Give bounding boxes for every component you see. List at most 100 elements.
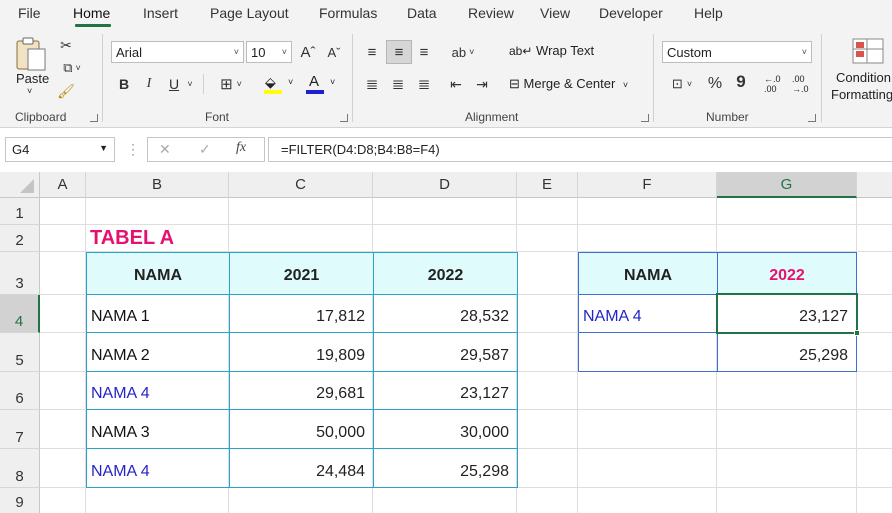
decrease-decimal-icon[interactable]: .00 →.0	[792, 74, 814, 96]
table-a-cell-2022[interactable]: 30,000	[373, 409, 518, 449]
cut-icon[interactable]: ✂	[57, 36, 75, 54]
tab-file[interactable]: File	[18, 5, 41, 21]
align-bottom-icon[interactable]: ≡	[414, 42, 434, 62]
increase-font-size-icon[interactable]: Aˆ	[297, 42, 319, 62]
tab-data[interactable]: Data	[407, 5, 437, 21]
align-center-icon[interactable]: ≣	[388, 74, 408, 94]
borders-icon[interactable]: ⊞ ˅	[213, 74, 249, 94]
table-a-cell-2021[interactable]: 50,000	[229, 409, 374, 449]
wrap-text-button[interactable]: ab↵ Wrap Text	[509, 43, 594, 58]
insert-function-icon[interactable]: fx	[236, 140, 246, 156]
tab-developer[interactable]: Developer	[599, 5, 663, 21]
name-box[interactable]: G4 ▼	[5, 137, 115, 162]
merge-center-button[interactable]: ⊟ Merge & Center ˅	[509, 76, 628, 92]
row-header-8[interactable]: 8	[0, 449, 40, 488]
select-all-button[interactable]	[0, 172, 40, 198]
decrease-font-size-icon[interactable]: Aˇ	[323, 42, 345, 62]
align-left-icon[interactable]: ≣	[362, 74, 382, 94]
table-a-header-2022[interactable]: 2022	[373, 252, 518, 295]
table-a-cell-nama[interactable]: NAMA 4	[86, 371, 230, 410]
column-header-b[interactable]: B	[86, 172, 229, 198]
cell-f5[interactable]	[578, 332, 718, 372]
tab-insert[interactable]: Insert	[143, 5, 178, 21]
column-header-e[interactable]: E	[517, 172, 578, 198]
column-header-a[interactable]: A	[40, 172, 86, 198]
increase-indent-icon[interactable]: ⇥	[472, 74, 492, 94]
paste-dropdown-icon[interactable]: ˅	[27, 86, 32, 96]
percent-style-button[interactable]: %	[705, 74, 725, 94]
row-header-1[interactable]: 1	[0, 198, 40, 225]
result-cell-g5[interactable]: 25,298	[717, 332, 857, 372]
tab-view[interactable]: View	[540, 5, 570, 21]
active-tab-indicator	[75, 24, 111, 27]
lookup-cell-f4[interactable]: NAMA 4	[578, 294, 718, 333]
underline-dropdown-icon[interactable]: ˅	[185, 74, 195, 94]
orientation-icon[interactable]: ab ˅	[446, 42, 480, 62]
tab-help[interactable]: Help	[694, 5, 723, 21]
underline-button[interactable]: U	[165, 74, 183, 94]
fill-color-button[interactable]: ⬙ ˅	[264, 74, 298, 96]
tab-home[interactable]: Home	[73, 5, 110, 21]
comma-style-button[interactable]: 9	[733, 72, 749, 92]
cancel-icon[interactable]: ✕	[159, 141, 171, 158]
font-name-dropdown[interactable]: Arial ˅	[111, 41, 244, 63]
table-b-header-2022[interactable]: 2022	[717, 252, 857, 295]
align-middle-icon[interactable]: ≡	[386, 40, 412, 64]
alignment-launcher-icon[interactable]	[641, 114, 649, 122]
font-size-dropdown[interactable]: 10 ˅	[246, 41, 292, 63]
table-a-cell-2021[interactable]: 24,484	[229, 448, 374, 488]
conditional-formatting-label-2[interactable]: Formatting	[831, 87, 892, 102]
font-launcher-icon[interactable]	[340, 114, 348, 122]
table-a-cell-nama[interactable]: NAMA 4	[86, 448, 230, 488]
row-header-3[interactable]: 3	[0, 252, 40, 295]
row-header-6[interactable]: 6	[0, 372, 40, 410]
enter-icon[interactable]: ✓	[199, 141, 211, 158]
increase-decimal-icon[interactable]: ←.0.00	[764, 74, 786, 96]
row-header-4[interactable]: 4	[0, 295, 40, 333]
copy-icon[interactable]: ⧉ ˅	[56, 59, 88, 77]
column-header-c[interactable]: C	[229, 172, 373, 198]
table-a-cell-2021[interactable]: 29,681	[229, 371, 374, 410]
row-header-7[interactable]: 7	[0, 410, 40, 449]
tab-review[interactable]: Review	[468, 5, 514, 21]
conditional-formatting-label-1[interactable]: Condition	[836, 70, 891, 85]
table-a-cell-nama[interactable]: NAMA 1	[86, 294, 230, 333]
accounting-format-icon[interactable]: ⊡ ˅	[664, 74, 700, 94]
row-header-5[interactable]: 5	[0, 333, 40, 372]
table-a-cell-2022[interactable]: 23,127	[373, 371, 518, 410]
table-b-header-nama[interactable]: NAMA	[578, 252, 718, 295]
table-a-cell-2021[interactable]: 17,812	[229, 294, 374, 333]
row-header-2[interactable]: 2	[0, 225, 40, 252]
conditional-formatting-icon[interactable]	[852, 38, 884, 64]
align-right-icon[interactable]: ≣	[414, 74, 434, 94]
table-a-header-nama[interactable]: NAMA	[86, 252, 230, 295]
column-header-f[interactable]: F	[578, 172, 717, 198]
table-a-cell-2022[interactable]: 25,298	[373, 448, 518, 488]
table-a-header-2021[interactable]: 2021	[229, 252, 374, 295]
decrease-indent-icon[interactable]: ⇤	[446, 74, 466, 94]
result-cell-g4[interactable]: 23,127	[717, 294, 857, 333]
column-header-h[interactable]	[857, 172, 892, 198]
sheet-title[interactable]: TABEL A	[90, 227, 174, 250]
tab-page-layout[interactable]: Page Layout	[210, 5, 289, 21]
table-a-cell-nama[interactable]: NAMA 2	[86, 332, 230, 372]
paste-button[interactable]	[14, 36, 48, 76]
number-launcher-icon[interactable]	[808, 114, 816, 122]
table-a-cell-2022[interactable]: 29,587	[373, 332, 518, 372]
fill-handle[interactable]	[854, 330, 860, 336]
column-header-d[interactable]: D	[373, 172, 517, 198]
clipboard-launcher-icon[interactable]	[90, 114, 98, 122]
italic-button[interactable]: I	[141, 74, 157, 94]
number-format-dropdown[interactable]: Custom ˅	[662, 41, 812, 63]
tab-formulas[interactable]: Formulas	[319, 5, 377, 21]
font-color-button[interactable]: A ˅	[306, 73, 340, 96]
bold-button[interactable]: B	[115, 74, 133, 94]
table-a-cell-2021[interactable]: 19,809	[229, 332, 374, 372]
formula-input[interactable]: =FILTER(D4:D8;B4:B8=F4)	[268, 137, 892, 162]
table-a-cell-nama[interactable]: NAMA 3	[86, 409, 230, 449]
row-header-9[interactable]: 9	[0, 488, 40, 513]
table-a-cell-2022[interactable]: 28,532	[373, 294, 518, 333]
format-painter-icon[interactable]: 🖌	[57, 82, 75, 100]
align-top-icon[interactable]: ≡	[362, 42, 382, 62]
column-header-g[interactable]: G	[717, 172, 857, 198]
